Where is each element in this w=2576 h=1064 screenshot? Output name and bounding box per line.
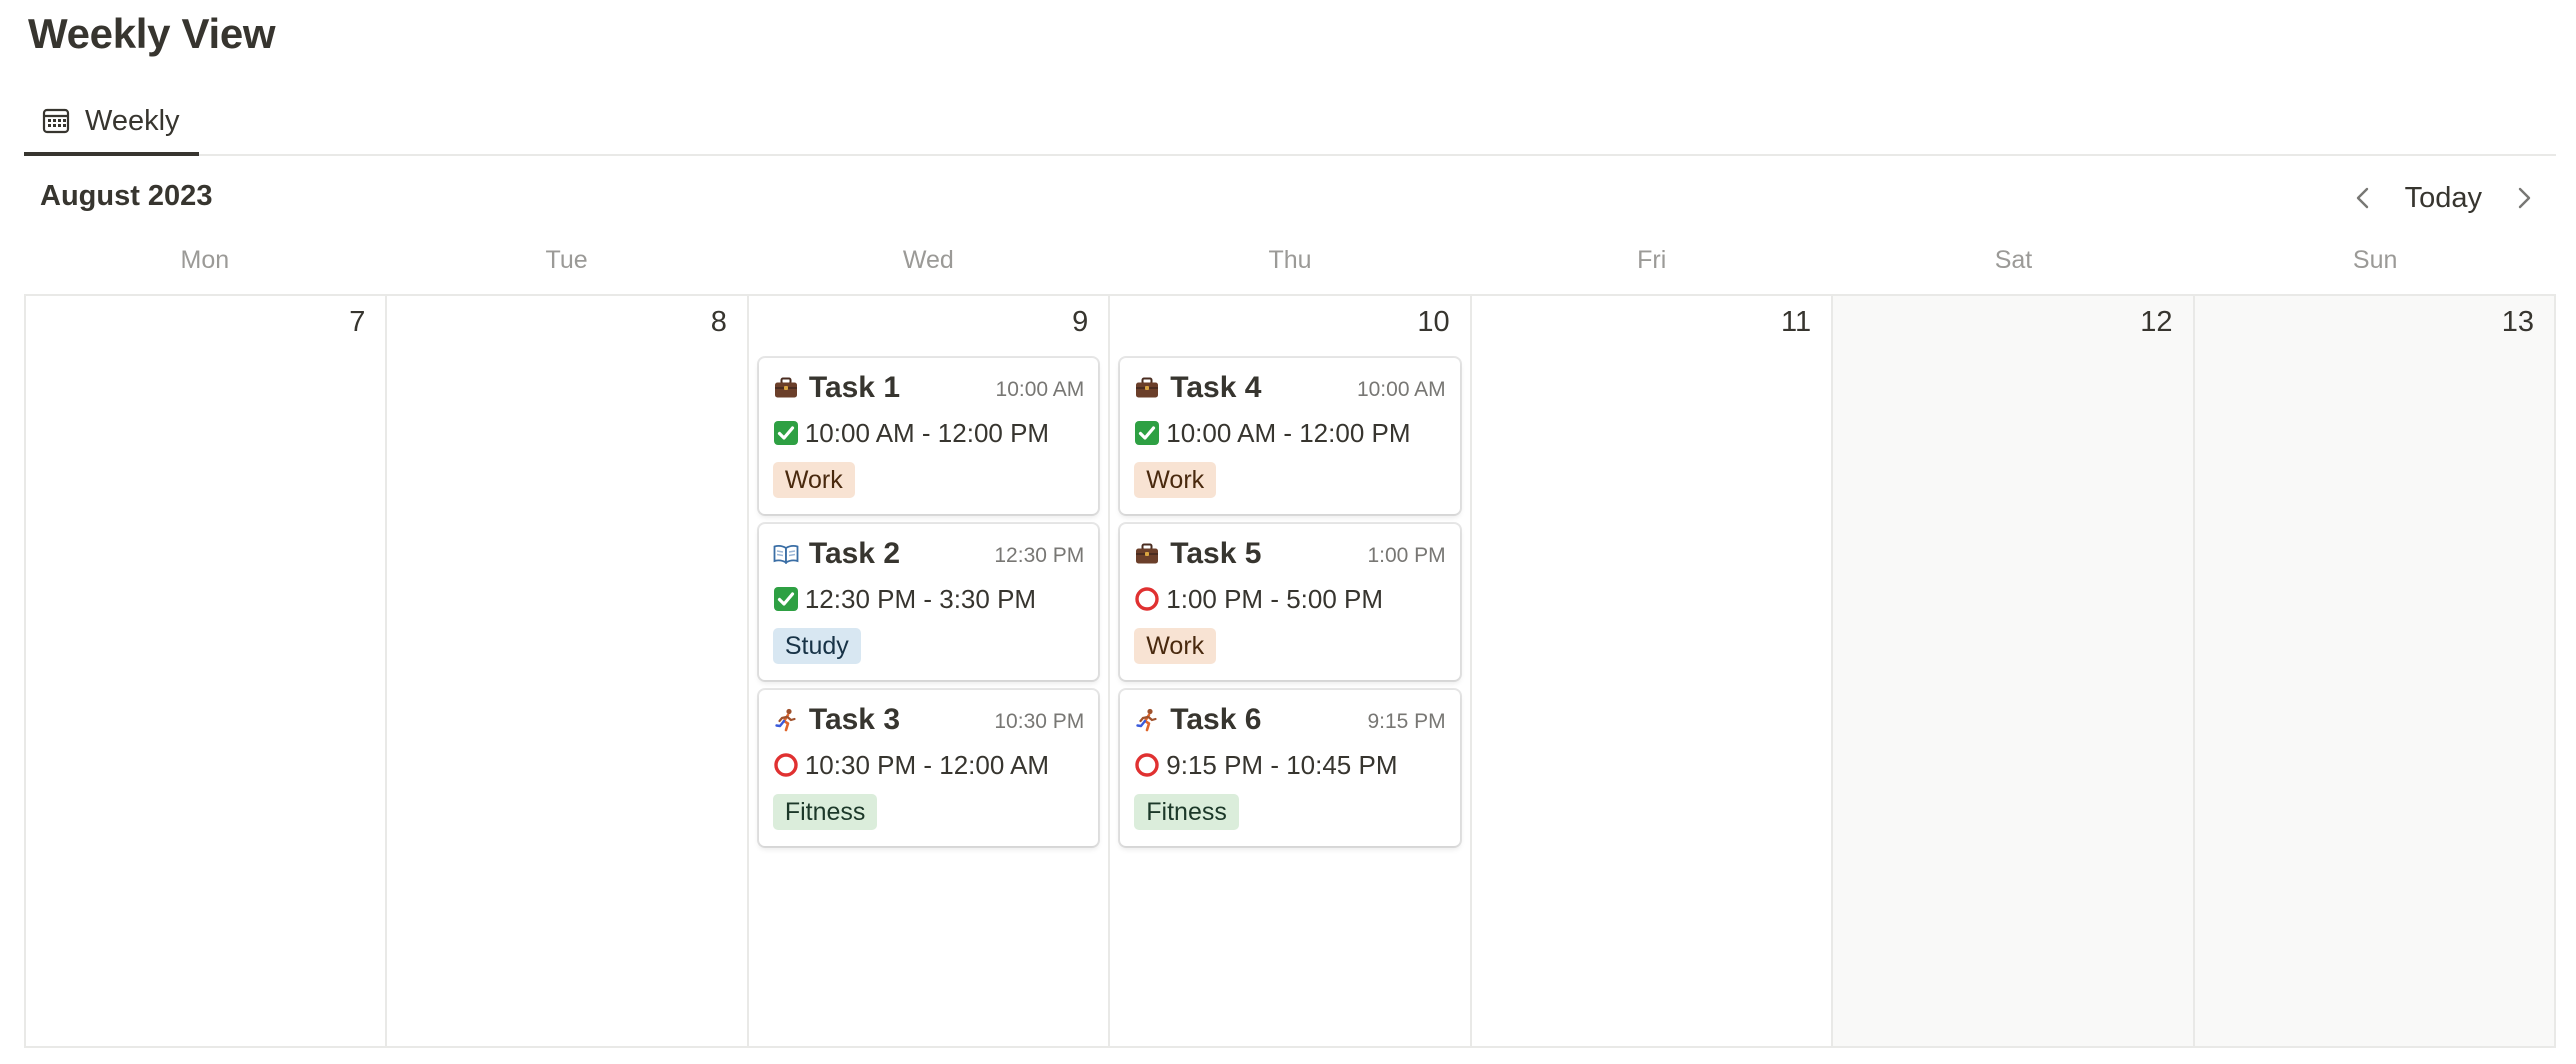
event-list: Task 1 10:00 AM 10:00 AM - 12:00 PM Work Tas…: [758, 358, 1099, 846]
event-title: Task 6: [1170, 703, 1262, 736]
event-card[interactable]: Task 4 10:00 AM 10:00 AM - 12:00 PM Work: [1120, 358, 1460, 514]
circle-outline-icon: [1134, 752, 1160, 778]
tab-weekly-label: Weekly: [85, 104, 180, 137]
briefcase-icon: [1134, 375, 1160, 401]
event-card[interactable]: Task 1 10:00 AM 10:00 AM - 12:00 PM Work: [758, 358, 1099, 514]
view-tabs: Weekly: [24, 90, 2556, 156]
day-number: 8: [710, 306, 727, 338]
event-start-time: 10:00 AM: [995, 378, 1085, 401]
event-start-time: 10:00 AM: [1356, 378, 1446, 401]
tab-weekly[interactable]: Weekly: [24, 90, 199, 156]
prev-week-button[interactable]: [2343, 178, 2383, 218]
event-range-text: 10:00 AM - 12:00 PM: [804, 417, 1050, 448]
day-number: 7: [349, 306, 366, 338]
event-card[interactable]: Task 6 9:15 PM 9:15 PM - 10:45 PM Fitness: [1120, 690, 1460, 846]
event-start-time: 12:30 PM: [994, 544, 1085, 567]
checkbox-checked-icon: [773, 420, 799, 446]
calendar-icon: [41, 106, 71, 136]
event-tag: Work: [772, 462, 855, 498]
circle-outline-icon: [1134, 586, 1160, 612]
day-cell-sun[interactable]: 13: [2194, 296, 2554, 1046]
checkbox-checked-icon: [773, 586, 799, 612]
chevron-left-icon: [2356, 187, 2368, 209]
event-tag: Work: [1134, 628, 1217, 664]
circle-outline-icon: [773, 752, 799, 778]
event-range-text: 12:30 PM - 3:30 PM: [804, 583, 1037, 614]
month-title: August 2023: [40, 180, 213, 212]
weekday-wed: Wed: [902, 246, 954, 274]
weekday-header: Mon Tue Wed Thu Fri Sat Sun: [24, 246, 2556, 284]
runner-icon: [1134, 707, 1160, 733]
event-title: Task 2: [808, 537, 901, 570]
event-range-text: 9:15 PM - 10:45 PM: [1166, 749, 1398, 780]
week-grid: 7 8 9 Task 1 10:00 AM 10:00 AM - 12:00 PM W…: [24, 294, 2556, 1048]
event-time-range: 10:00 AM - 12:00 PM: [773, 412, 1084, 454]
runner-icon: [773, 707, 799, 733]
event-title: Task 1: [808, 371, 901, 404]
day-cell-tue[interactable]: 8: [387, 296, 749, 1046]
day-number: 10: [1417, 306, 1450, 338]
weekday-mon: Mon: [180, 246, 230, 274]
weekday-sun: Sun: [2352, 246, 2398, 274]
event-tag: Fitness: [1134, 794, 1239, 830]
event-time-range: 10:00 AM - 12:00 PM: [1134, 412, 1445, 454]
event-time-range: 10:30 PM - 12:00 AM: [773, 744, 1084, 786]
day-number: 13: [2501, 306, 2534, 338]
book-icon: [773, 541, 799, 567]
day-cell-sat[interactable]: 12: [1833, 296, 2195, 1046]
day-cell-fri[interactable]: 11: [1472, 296, 1834, 1046]
checkbox-checked-icon: [1134, 420, 1160, 446]
weekday-tue: Tue: [545, 246, 588, 274]
next-week-button[interactable]: [2504, 178, 2544, 218]
day-number: 11: [1781, 306, 1812, 338]
event-time-range: 1:00 PM - 5:00 PM: [1134, 578, 1445, 620]
event-tag: Fitness: [772, 794, 878, 830]
weekday-thu: Thu: [1268, 246, 1312, 274]
day-cell-wed[interactable]: 9 Task 1 10:00 AM 10:00 AM - 12:00 PM Work T…: [749, 296, 1111, 1046]
event-card[interactable]: Task 2 12:30 PM 12:30 PM - 3:30 PM Study: [758, 524, 1099, 680]
briefcase-icon: [1134, 541, 1160, 567]
event-start-time: 10:30 PM: [994, 710, 1085, 733]
page-title: Weekly View: [28, 10, 276, 57]
weekday-fri: Fri: [1637, 246, 1667, 274]
event-card[interactable]: Task 3 10:30 PM 10:30 PM - 12:00 AM Fitness: [758, 690, 1099, 846]
event-tag: Work: [1134, 462, 1217, 498]
event-range-text: 10:00 AM - 12:00 PM: [1166, 417, 1411, 448]
day-cell-mon[interactable]: 7: [26, 296, 388, 1046]
event-title: Task 3: [808, 703, 901, 736]
day-cell-thu[interactable]: 10 Task 4 10:00 AM 10:00 AM - 12:00 PM Work…: [1110, 296, 1472, 1046]
event-tag: Study: [772, 628, 861, 664]
day-number: 9: [1072, 306, 1089, 338]
event-range-text: 1:00 PM - 5:00 PM: [1166, 583, 1384, 614]
chevron-right-icon: [2518, 187, 2531, 209]
event-start-time: 1:00 PM: [1367, 544, 1446, 567]
event-start-time: 9:15 PM: [1367, 710, 1446, 733]
event-title: Task 5: [1170, 537, 1262, 570]
briefcase-icon: [773, 375, 799, 401]
calendar-nav: Today: [2343, 176, 2544, 220]
today-button[interactable]: Today: [2383, 182, 2504, 215]
event-time-range: 9:15 PM - 10:45 PM: [1134, 744, 1445, 786]
event-time-range: 12:30 PM - 3:30 PM: [773, 578, 1084, 620]
event-card[interactable]: Task 5 1:00 PM 1:00 PM - 5:00 PM Work: [1120, 524, 1460, 680]
event-list: Task 4 10:00 AM 10:00 AM - 12:00 PM Work Tas…: [1120, 358, 1460, 846]
event-title: Task 4: [1170, 371, 1262, 404]
weekday-sat: Sat: [1994, 246, 2033, 274]
event-range-text: 10:30 PM - 12:00 AM: [804, 749, 1050, 780]
day-number: 12: [2140, 306, 2173, 338]
